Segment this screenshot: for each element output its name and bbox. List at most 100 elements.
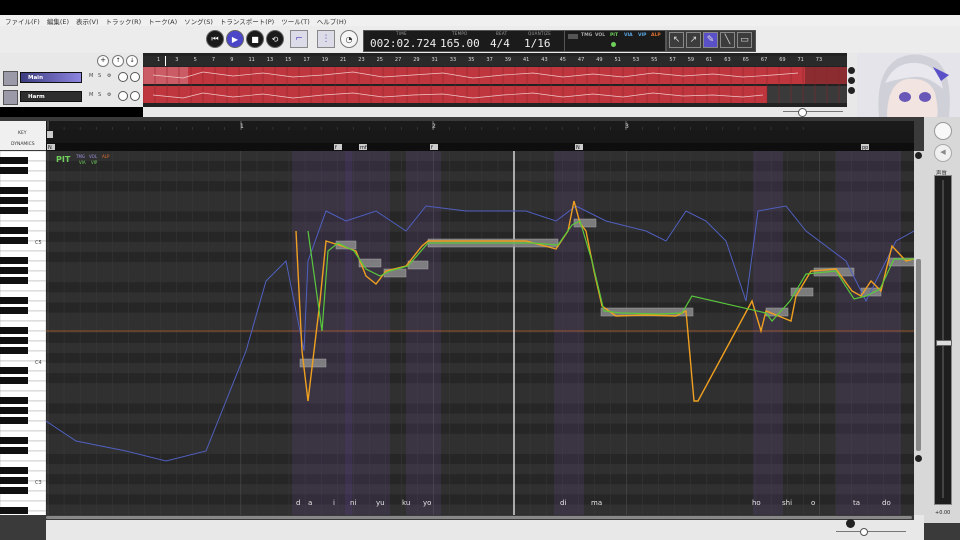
zoom-down-button[interactable] bbox=[848, 87, 855, 94]
mode-vip[interactable]: VIP bbox=[638, 33, 646, 38]
lyric-syllable[interactable]: o bbox=[811, 499, 815, 507]
select-tool[interactable]: ↗ bbox=[686, 32, 701, 48]
horizontal-scrollbar[interactable] bbox=[46, 515, 914, 520]
menu-transport[interactable]: トランスポート(P) bbox=[220, 16, 274, 26]
vertical-scrollbar[interactable] bbox=[914, 151, 924, 515]
metronome-button[interactable]: ◔ bbox=[340, 30, 358, 48]
scroll-up-button[interactable] bbox=[915, 152, 922, 159]
black-key[interactable] bbox=[0, 157, 28, 164]
black-key[interactable] bbox=[0, 207, 28, 214]
black-key[interactable] bbox=[0, 417, 28, 424]
black-key[interactable] bbox=[0, 257, 28, 264]
black-key[interactable] bbox=[0, 447, 28, 454]
black-key[interactable] bbox=[0, 347, 28, 354]
note-area[interactable]: PIT TMG VOL ALP VIA VIP d a i ni yu ku yo di ma h… bbox=[46, 151, 914, 515]
lyric-syllable[interactable]: a bbox=[308, 499, 312, 507]
mode-toggle-a[interactable] bbox=[568, 34, 578, 39]
stop-button[interactable]: ■ bbox=[246, 30, 264, 48]
menu-view[interactable]: 表示(V) bbox=[76, 16, 99, 26]
lyric-syllable[interactable]: ku bbox=[402, 499, 410, 507]
dynamics-lane[interactable] bbox=[46, 143, 914, 151]
editor-zoom-thumb[interactable] bbox=[860, 528, 868, 536]
settings-icon[interactable]: ⚙ bbox=[107, 73, 111, 79]
volume-fader[interactable] bbox=[934, 175, 952, 505]
menu-file[interactable]: ファイル(F) bbox=[5, 16, 40, 26]
tempo-value[interactable]: 165.00 bbox=[440, 37, 480, 50]
mode-vol[interactable]: VOL bbox=[595, 33, 605, 38]
editor-zoom-track[interactable] bbox=[836, 531, 906, 532]
lyric-syllable[interactable]: ta bbox=[853, 499, 860, 507]
solo-button[interactable]: S bbox=[98, 73, 101, 79]
piano-keyboard[interactable]: C5 C4 C3 bbox=[0, 150, 47, 524]
lyric-syllable[interactable]: yu bbox=[376, 499, 385, 507]
pointer-tool[interactable]: ↖ bbox=[669, 32, 684, 48]
black-key[interactable] bbox=[0, 477, 28, 484]
menu-track[interactable]: トラック(R) bbox=[106, 16, 142, 26]
track-mode-button[interactable]: ⋮ bbox=[317, 30, 335, 48]
track-down-button[interactable]: ↓ bbox=[126, 55, 138, 67]
settings-icon[interactable]: ⚙ bbox=[107, 92, 111, 98]
editor-ruler[interactable]: 1 2 3 Nf mf f Npp bbox=[46, 121, 914, 151]
arranger-zoom-thumb[interactable] bbox=[798, 108, 807, 117]
black-key[interactable] bbox=[0, 407, 28, 414]
mode-via[interactable]: VIA bbox=[624, 33, 633, 38]
lyric-syllable[interactable]: di bbox=[560, 499, 566, 507]
menu-tool[interactable]: ツール(T) bbox=[281, 16, 310, 26]
zoom-up-button[interactable] bbox=[848, 67, 855, 74]
pan-knob[interactable] bbox=[130, 72, 140, 82]
black-key[interactable] bbox=[0, 197, 28, 204]
black-key[interactable] bbox=[0, 437, 28, 444]
pencil-tool[interactable]: ✎ bbox=[703, 32, 718, 48]
arranger-ruler[interactable]: 1 3 5 7 9 11 13 15 17 19 21 23 25 27 29 31 33 35 37 39 41 43 4… bbox=[143, 56, 847, 66]
black-key[interactable] bbox=[0, 307, 28, 314]
menu-song[interactable]: ソング(S) bbox=[184, 16, 213, 26]
lyric-syllable[interactable]: i bbox=[333, 499, 335, 507]
cursor-mode-button[interactable]: ⌐ bbox=[290, 30, 308, 48]
track-row-main[interactable]: Main M S ⚙ bbox=[0, 69, 143, 86]
black-key[interactable] bbox=[0, 267, 28, 274]
vzoom-bottom-button[interactable] bbox=[846, 519, 855, 528]
menu-talk[interactable]: トーク(A) bbox=[148, 16, 177, 26]
lyric-syllable[interactable]: shi bbox=[782, 499, 792, 507]
fader-handle[interactable] bbox=[936, 340, 952, 346]
horizontal-scroll-thumb[interactable] bbox=[46, 516, 912, 519]
lyric-syllable[interactable]: ma bbox=[591, 499, 602, 507]
pan-knob[interactable] bbox=[130, 91, 140, 101]
black-key[interactable] bbox=[0, 397, 28, 404]
lyric-syllable[interactable]: d bbox=[296, 499, 300, 507]
lyric-syllable[interactable]: do bbox=[882, 499, 891, 507]
volume-knob[interactable] bbox=[118, 91, 128, 101]
black-key[interactable] bbox=[0, 237, 28, 244]
lyric-syllable[interactable]: ho bbox=[752, 499, 761, 507]
mode-alp[interactable]: ALP bbox=[651, 33, 661, 38]
track-name[interactable]: Main bbox=[20, 72, 82, 83]
black-key[interactable] bbox=[0, 327, 28, 334]
time-value[interactable]: 002:02.724 bbox=[370, 37, 436, 50]
key-marker[interactable] bbox=[47, 131, 53, 138]
mode-tmg[interactable]: TMG bbox=[581, 33, 592, 38]
black-key[interactable] bbox=[0, 367, 28, 374]
menu-help[interactable]: ヘルプ(H) bbox=[317, 16, 346, 26]
zoom-middle-button[interactable] bbox=[848, 77, 855, 84]
black-key[interactable] bbox=[0, 277, 28, 284]
line-tool[interactable]: ╲ bbox=[720, 32, 735, 48]
black-key[interactable] bbox=[0, 487, 28, 494]
add-track-button[interactable]: + bbox=[97, 55, 109, 67]
rewind-button[interactable]: ⏮ bbox=[206, 30, 224, 48]
track-row-harm[interactable]: Harm M S ⚙ bbox=[0, 88, 143, 105]
solo-button[interactable]: S bbox=[98, 92, 101, 98]
black-key[interactable] bbox=[0, 297, 28, 304]
black-key[interactable] bbox=[0, 227, 28, 234]
arranger-playhead[interactable] bbox=[165, 56, 166, 66]
black-key[interactable] bbox=[0, 167, 28, 174]
beat-value[interactable]: 4/4 bbox=[490, 37, 510, 50]
black-key[interactable] bbox=[0, 377, 28, 384]
render-button[interactable] bbox=[934, 122, 952, 140]
eraser-tool[interactable]: ▭ bbox=[737, 32, 752, 48]
arranger-zoom-track[interactable] bbox=[783, 111, 843, 112]
menu-edit[interactable]: 編集(E) bbox=[47, 16, 69, 26]
black-key[interactable] bbox=[0, 507, 28, 514]
track-name[interactable]: Harm bbox=[20, 91, 82, 102]
mode-pit[interactable]: PIT bbox=[610, 33, 618, 38]
lyric-syllable[interactable]: ni bbox=[350, 499, 356, 507]
